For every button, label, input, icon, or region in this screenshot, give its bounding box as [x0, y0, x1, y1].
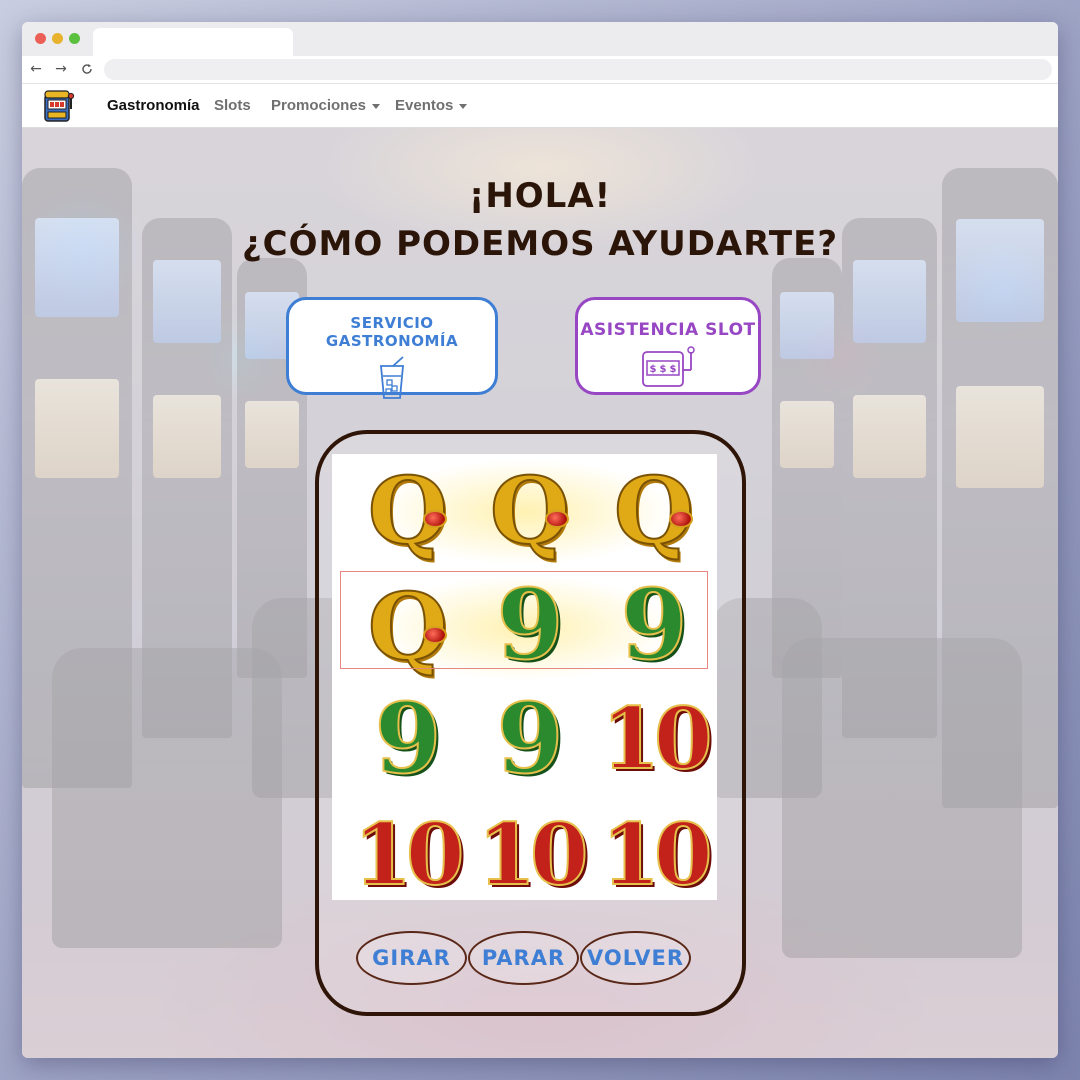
slot-machine-icon: $ $ $	[642, 346, 695, 387]
browser-toolbar: ← →	[22, 56, 1058, 84]
forward-arrow-icon[interactable]: →	[51, 59, 71, 79]
bell-icon	[423, 626, 447, 644]
reel-row: 9 9 10	[332, 682, 717, 798]
nav-link-gastronomia[interactable]: Gastronomía	[107, 97, 200, 114]
url-input[interactable]	[104, 59, 1052, 80]
reel-symbol: Q	[613, 456, 695, 566]
svg-text:$: $	[670, 364, 677, 375]
reel-symbol: 10	[601, 804, 714, 900]
reel-symbol: 9	[620, 568, 689, 681]
greeting-title: ¡HOLA!	[468, 176, 612, 216]
site-navbar: Gastronomía Slots Promociones Eventos	[22, 84, 1058, 128]
browser-tab[interactable]	[93, 28, 293, 56]
nav-link-slots[interactable]: Slots	[214, 97, 251, 114]
girar-button[interactable]: GIRAR	[356, 931, 467, 985]
reel-row: 10 10 10	[332, 794, 717, 900]
bell-icon	[545, 510, 569, 528]
chevron-down-icon	[459, 103, 468, 109]
volver-button[interactable]: VOLVER	[580, 931, 691, 985]
reel-symbol: 10	[601, 688, 714, 789]
reel-symbol: 9	[374, 682, 443, 795]
chevron-down-icon	[372, 103, 381, 109]
reel-row: Q 9 9	[332, 568, 717, 686]
reel-symbol: Q	[367, 456, 449, 566]
reel-row: Q Q Q	[332, 454, 717, 570]
browser-window: ← → Gastronomía Slots Promociones Evento…	[22, 22, 1058, 1058]
reel-symbol: 10	[477, 804, 590, 900]
reel-symbol: 9	[496, 568, 565, 681]
slot-machine-logo-icon[interactable]	[42, 89, 76, 123]
slot-reels: Q Q Q Q 9 9 9 9 10 10 10 10	[332, 454, 717, 900]
parar-button[interactable]: PARAR	[468, 931, 579, 985]
drink-cup-icon	[380, 356, 404, 399]
browser-titlebar	[22, 22, 1058, 56]
close-window-icon[interactable]	[35, 33, 46, 44]
maximize-window-icon[interactable]	[69, 33, 80, 44]
svg-text:$: $	[650, 364, 657, 375]
bell-icon	[423, 510, 447, 528]
minimize-window-icon[interactable]	[52, 33, 63, 44]
nav-dropdown-eventos[interactable]: Eventos	[395, 97, 468, 114]
reel-symbol: 9	[496, 682, 565, 795]
bell-icon	[669, 510, 693, 528]
servicio-gastronomia-button[interactable]: SERVICIO GASTRONOMÍA	[286, 297, 498, 399]
nav-dropdown-label: Eventos	[395, 97, 454, 114]
main-content: ¡HOLA! ¿CÓMO PODEMOS AYUDARTE? SERVICIO …	[22, 128, 1058, 1058]
reel-symbol: Q	[367, 572, 449, 682]
reel-symbol: Q	[489, 456, 571, 566]
reel-symbol: 10	[353, 804, 466, 900]
reload-icon[interactable]	[77, 59, 97, 81]
nav-dropdown-promociones[interactable]: Promociones	[271, 97, 381, 114]
nav-dropdown-label: Promociones	[271, 97, 367, 114]
svg-text:$: $	[660, 364, 667, 375]
asistencia-slot-label: ASISTENCIA SLOT	[580, 320, 756, 340]
asistencia-slot-button[interactable]: ASISTENCIA SLOT $ $ $	[575, 297, 761, 395]
back-arrow-icon[interactable]: ←	[26, 59, 46, 79]
servicio-gastronomia-label: SERVICIO GASTRONOMÍA	[325, 314, 459, 350]
help-question-title: ¿CÓMO PODEMOS AYUDARTE?	[241, 224, 839, 264]
